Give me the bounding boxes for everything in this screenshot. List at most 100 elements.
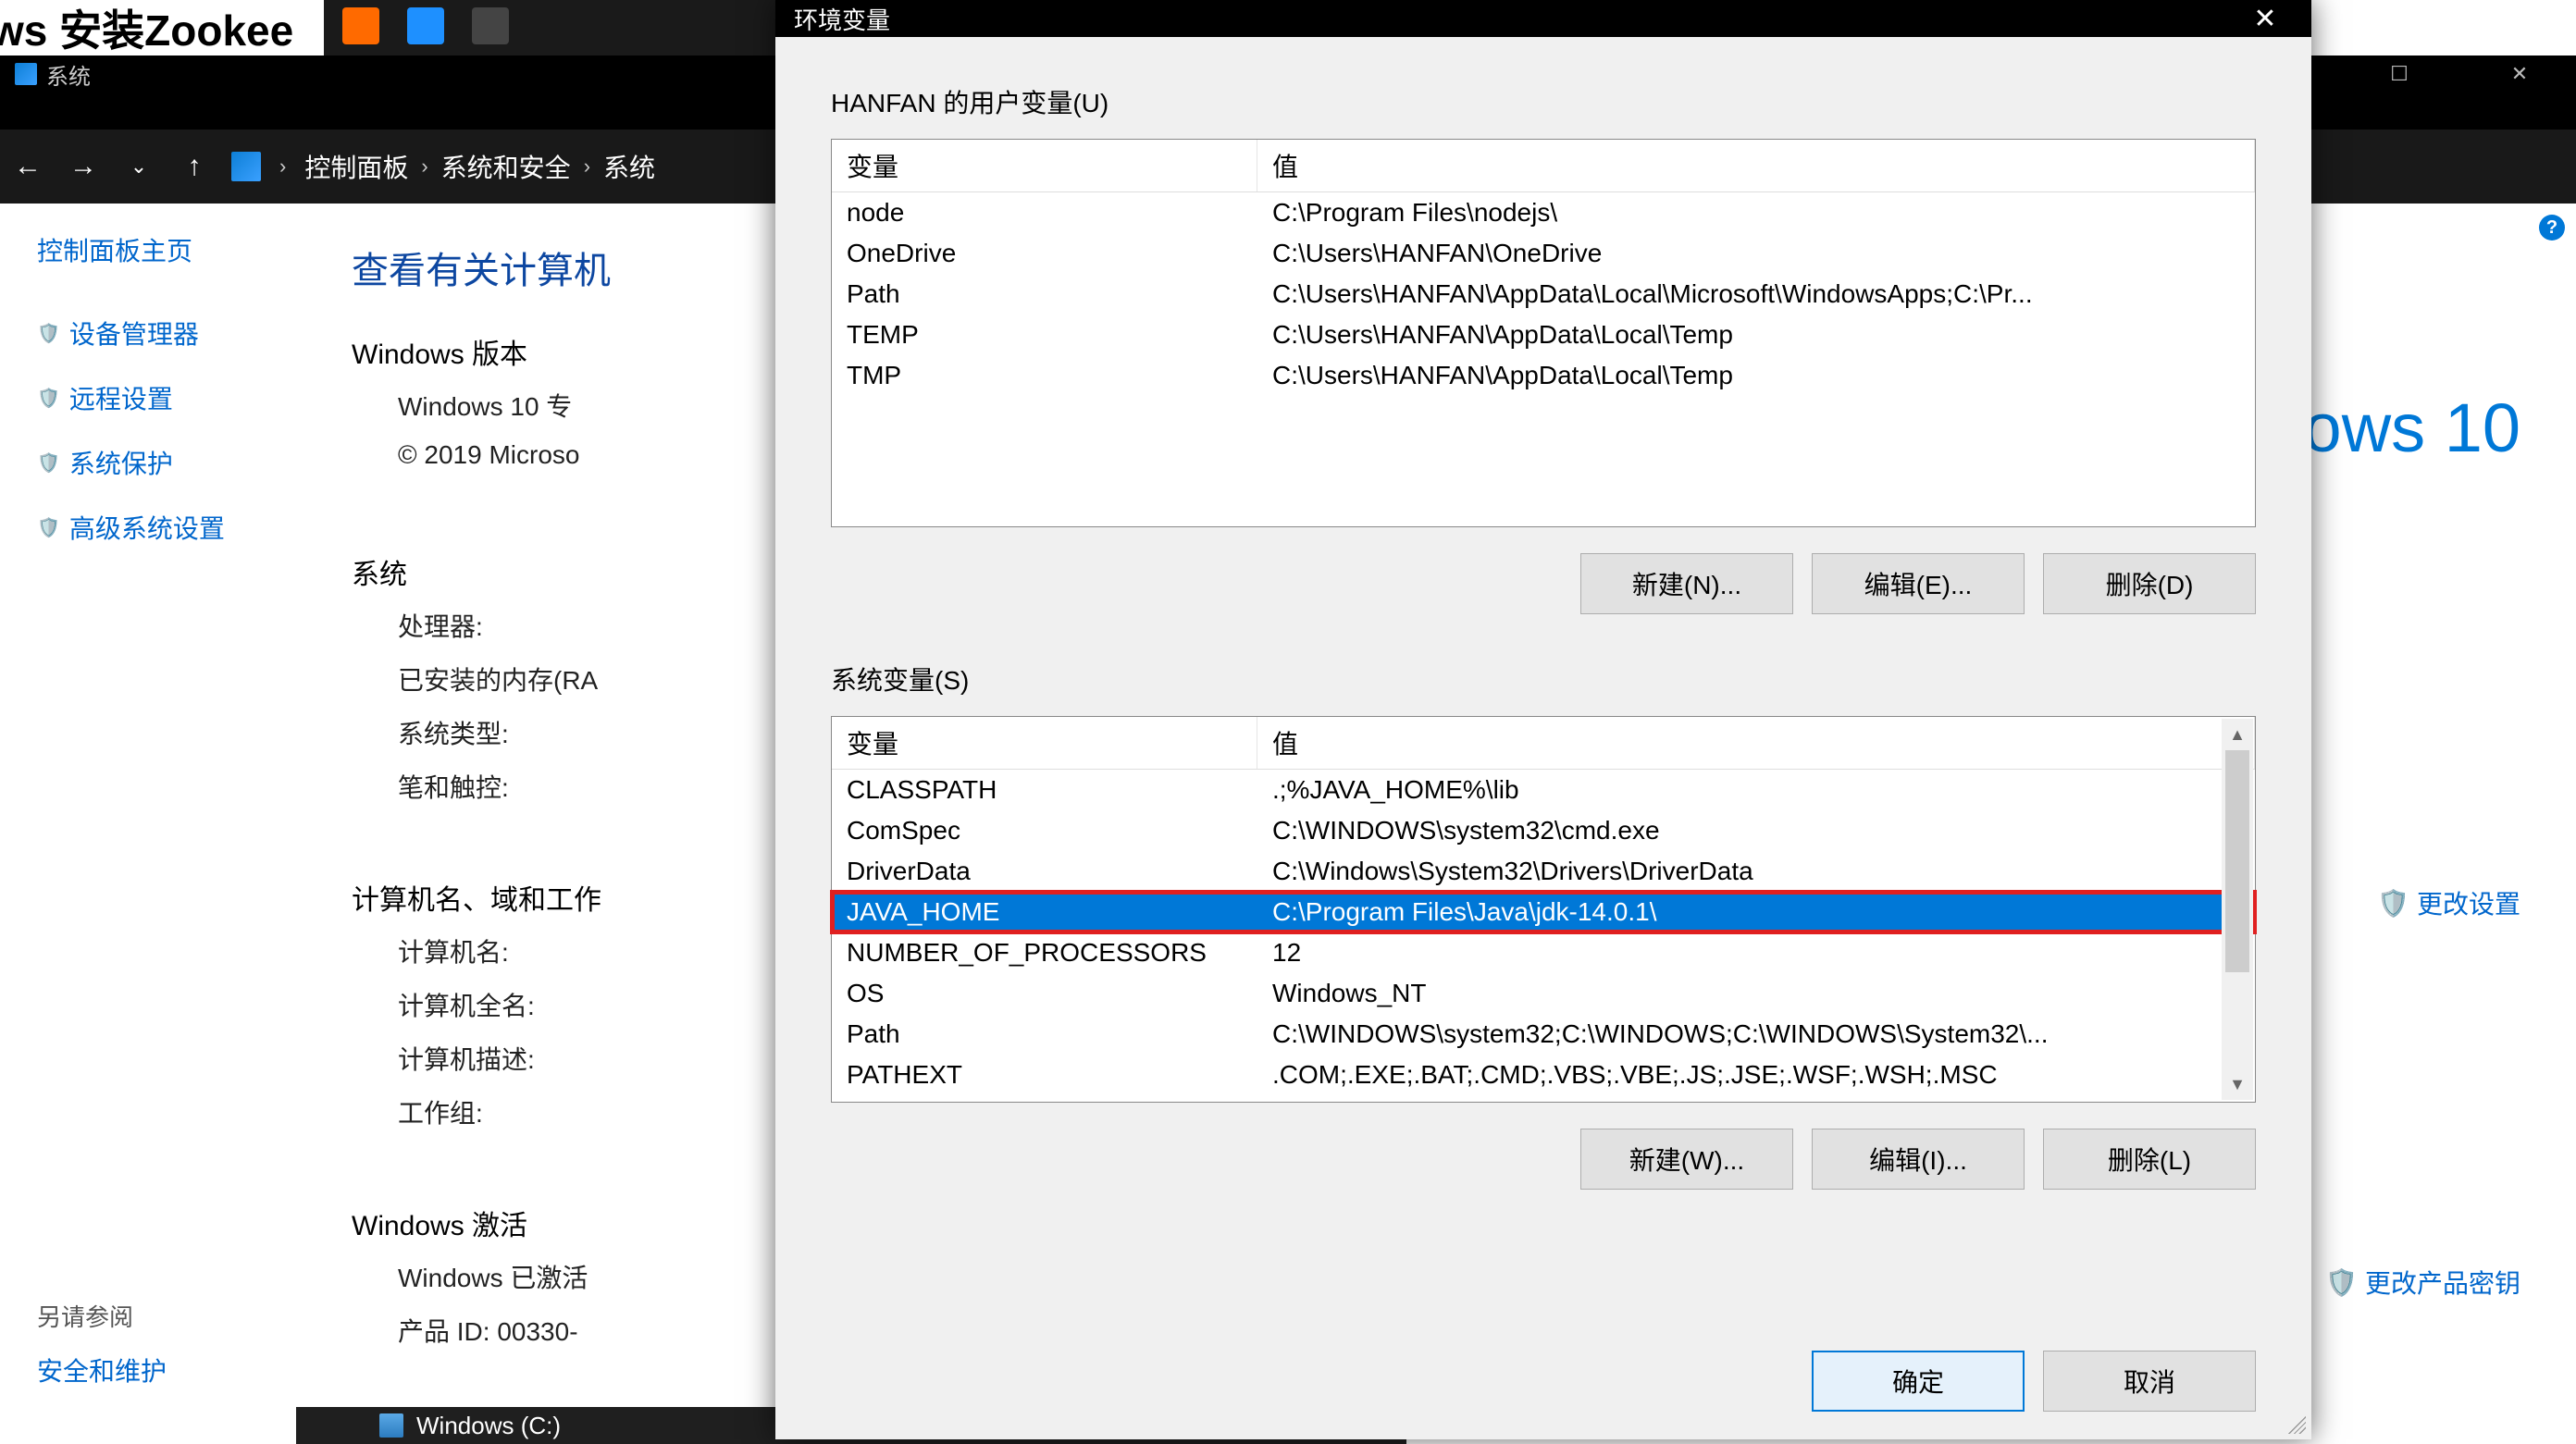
column-header-value[interactable]: 值 — [1257, 717, 2255, 769]
cell-variable: JAVA_HOME — [832, 897, 1257, 927]
taskbar-icon[interactable] — [342, 7, 379, 44]
change-product-key-link[interactable]: 🛡️ 更改产品密钥 — [2325, 1264, 2520, 1301]
scrollbar[interactable]: ▲ ▼ — [2222, 719, 2253, 1100]
cell-value: C:\Users\HANFAN\AppData\Local\Temp — [1257, 320, 2255, 350]
dialog-titlebar[interactable]: 环境变量 ✕ — [775, 0, 2311, 37]
cell-variable: NUMBER_OF_PROCESSORS — [832, 938, 1257, 968]
cell-variable: OneDrive — [832, 239, 1257, 268]
breadcrumb-item[interactable]: 系统和安全 — [441, 148, 571, 185]
new-user-var-button[interactable]: 新建(N)... — [1580, 553, 1793, 614]
cell-variable: TMP — [832, 361, 1257, 390]
see-also-label: 另请参阅 — [37, 1299, 133, 1333]
table-row[interactable]: TMPC:\Users\HANFAN\AppData\Local\Temp — [832, 355, 2255, 396]
maximize-button[interactable]: ☐ — [2358, 56, 2441, 93]
cell-value: .;%JAVA_HOME%\lib — [1257, 775, 2255, 805]
cell-value: C:\Program Files\Java\jdk-14.0.1\ — [1257, 897, 2255, 927]
table-row[interactable]: PathC:\WINDOWS\system32;C:\WINDOWS;C:\WI… — [832, 1014, 2255, 1055]
cell-variable: Path — [832, 1019, 1257, 1049]
edit-user-var-button[interactable]: 编辑(E)... — [1812, 553, 2025, 614]
change-settings-label: 更改设置 — [2417, 884, 2520, 921]
resize-grip-icon[interactable] — [2284, 1412, 2306, 1434]
breadcrumb-item[interactable]: 控制面板 — [304, 148, 408, 185]
delete-user-var-button[interactable]: 删除(D) — [2043, 553, 2256, 614]
user-variables-table[interactable]: 变量 值 nodeC:\Program Files\nodejs\OneDriv… — [831, 139, 2256, 527]
table-row[interactable]: DriverDataC:\Windows\System32\Drivers\Dr… — [832, 851, 2255, 892]
help-icon[interactable]: ? — [2539, 215, 2565, 241]
dialog-title: 环境变量 — [794, 2, 890, 36]
table-row[interactable]: ComSpecC:\WINDOWS\system32\cmd.exe — [832, 810, 2255, 851]
sidebar-item-label: 高级系统设置 — [69, 509, 225, 546]
cell-variable: DriverData — [832, 857, 1257, 886]
cell-value: C:\Windows\System32\Drivers\DriverData — [1257, 857, 2255, 886]
cell-variable: OS — [832, 979, 1257, 1008]
column-header-variable[interactable]: 变量 — [832, 140, 1257, 191]
cell-value: Windows_NT — [1257, 979, 2255, 1008]
shield-icon: 🛡️ — [37, 387, 60, 410]
nav-up-button[interactable]: ↑ — [176, 151, 213, 182]
table-row[interactable]: CLASSPATH.;%JAVA_HOME%\lib — [832, 770, 2255, 810]
nav-forward-button[interactable]: → — [65, 151, 102, 182]
table-row[interactable]: OneDriveC:\Users\HANFAN\OneDrive — [832, 233, 2255, 274]
dialog-body: HANFAN 的用户变量(U) 变量 值 nodeC:\Program File… — [775, 37, 2311, 1439]
cell-value: .COM;.EXE;.BAT;.CMD;.VBS;.VBE;.JS;.JSE;.… — [1257, 1060, 2255, 1090]
system-variables-label: 系统变量(S) — [831, 660, 2256, 697]
scroll-thumb[interactable] — [2225, 750, 2249, 972]
table-row[interactable]: TEMPC:\Users\HANFAN\AppData\Local\Temp — [832, 315, 2255, 355]
cell-variable: node — [832, 198, 1257, 228]
table-row[interactable]: PathC:\Users\HANFAN\AppData\Local\Micros… — [832, 274, 2255, 315]
sidebar: 控制面板主页 🛡️ 设备管理器 🛡️ 远程设置 🛡️ 系统保护 🛡️ 高级系统设… — [0, 204, 296, 1444]
drive-label: Windows (C:) — [416, 1412, 561, 1440]
cell-value: C:\Users\HANFAN\AppData\Local\Microsoft\… — [1257, 279, 2255, 309]
change-settings-link[interactable]: 🛡️ 更改设置 — [2377, 884, 2520, 921]
delete-sys-var-button[interactable]: 删除(L) — [2043, 1129, 2256, 1190]
sidebar-item-remote-settings[interactable]: 🛡️ 远程设置 — [37, 379, 279, 416]
table-row[interactable]: PATHEXT.COM;.EXE;.BAT;.CMD;.VBS;.VBE;.JS… — [832, 1055, 2255, 1095]
doc-title-text: ws 安装Zookee — [0, 0, 293, 58]
sidebar-item-advanced-settings[interactable]: 🛡️ 高级系统设置 — [37, 509, 279, 546]
sidebar-item-label: 系统保护 — [69, 444, 173, 481]
dialog-close-button[interactable]: ✕ — [2237, 3, 2293, 35]
taskbar-icon[interactable] — [472, 7, 509, 44]
sidebar-item-system-protection[interactable]: 🛡️ 系统保护 — [37, 444, 279, 481]
close-button[interactable]: ✕ — [2478, 56, 2561, 93]
cell-value: C:\Users\HANFAN\OneDrive — [1257, 239, 2255, 268]
shield-icon: 🛡️ — [2377, 888, 2409, 919]
cancel-button[interactable]: 取消 — [2043, 1351, 2256, 1412]
column-header-variable[interactable]: 变量 — [832, 717, 1257, 769]
sidebar-item-device-manager[interactable]: 🛡️ 设备管理器 — [37, 315, 279, 352]
drive-icon — [379, 1413, 403, 1438]
environment-variables-dialog: 环境变量 ✕ HANFAN 的用户变量(U) 变量 值 nodeC:\Progr… — [775, 0, 2311, 1439]
system-variables-button-row: 新建(W)... 编辑(I)... 删除(L) — [831, 1129, 2256, 1190]
system-variables-table[interactable]: 变量 值 CLASSPATH.;%JAVA_HOME%\libComSpecC:… — [831, 716, 2256, 1103]
table-row[interactable]: nodeC:\Program Files\nodejs\ — [832, 192, 2255, 233]
shield-icon: 🛡️ — [37, 516, 60, 539]
nav-recent-dropdown[interactable]: ⌄ — [120, 154, 157, 179]
scroll-up-arrow-icon[interactable]: ▲ — [2222, 719, 2253, 750]
column-header-value[interactable]: 值 — [1257, 140, 2255, 191]
chevron-right-icon: › — [421, 154, 427, 179]
table-row[interactable]: JAVA_HOMEC:\Program Files\Java\jdk-14.0.… — [832, 892, 2255, 932]
change-product-key-label: 更改产品密钥 — [2365, 1264, 2520, 1301]
table-row[interactable]: OSWindows_NT — [832, 973, 2255, 1014]
breadcrumb-item[interactable]: 系统 — [603, 148, 655, 185]
shield-icon: 🛡️ — [37, 322, 60, 345]
chevron-right-icon: › — [279, 154, 286, 179]
new-sys-var-button[interactable]: 新建(W)... — [1580, 1129, 1793, 1190]
ok-button[interactable]: 确定 — [1812, 1351, 2025, 1412]
taskbar-icons-partial — [324, 0, 786, 56]
location-icon — [231, 152, 261, 181]
dialog-ok-cancel-row: 确定 取消 — [1812, 1351, 2256, 1412]
cell-variable: Path — [832, 279, 1257, 309]
edit-sys-var-button[interactable]: 编辑(I)... — [1812, 1129, 2025, 1190]
control-panel-home-link[interactable]: 控制面板主页 — [37, 231, 279, 268]
see-also-link[interactable]: 安全和维护 — [37, 1351, 167, 1388]
scroll-down-arrow-icon[interactable]: ▼ — [2222, 1068, 2253, 1100]
nav-back-button[interactable]: ← — [9, 151, 46, 182]
taskbar-icon[interactable] — [407, 7, 444, 44]
cell-value: C:\Program Files\nodejs\ — [1257, 198, 2255, 228]
table-row[interactable]: NUMBER_OF_PROCESSORS12 — [832, 932, 2255, 973]
shield-icon: 🛡️ — [2325, 1267, 2358, 1298]
cell-value: 12 — [1257, 938, 2255, 968]
chevron-right-icon: › — [584, 154, 590, 179]
cell-value: C:\WINDOWS\system32\cmd.exe — [1257, 816, 2255, 845]
